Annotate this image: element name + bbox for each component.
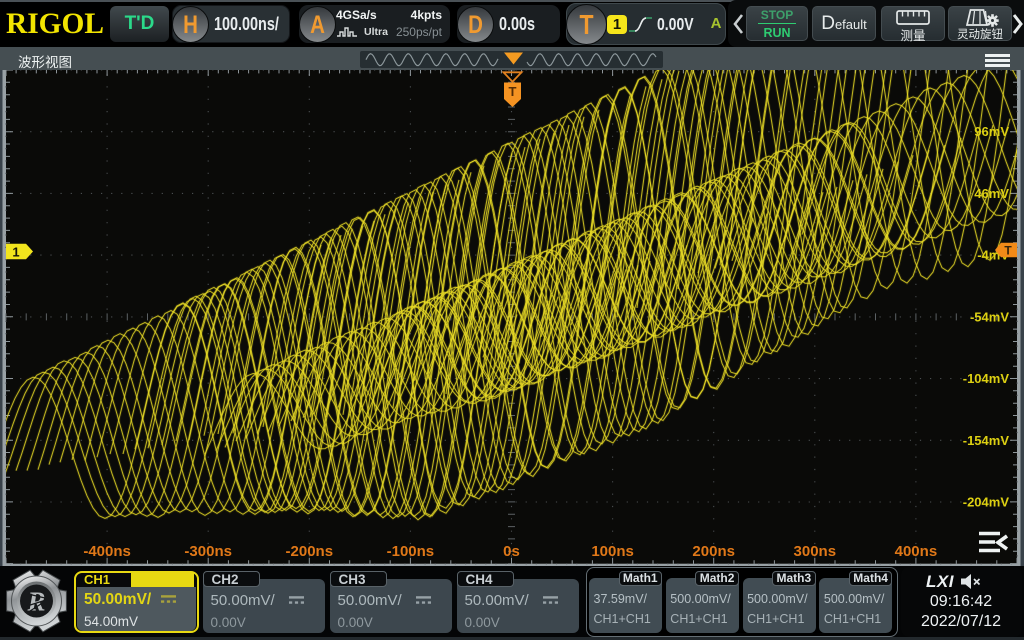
svg-text:300ns: 300ns [794,543,837,560]
svg-text:1: 1 [12,245,19,260]
svg-text:400ns: 400ns [895,543,938,560]
svg-text:-300ns: -300ns [184,543,232,560]
svg-text:-54mV: -54mV [970,309,1009,324]
svg-text:-154mV: -154mV [963,433,1010,448]
svg-text:100ns: 100ns [591,543,634,560]
svg-text:T: T [1004,244,1012,258]
svg-text:-200ns: -200ns [286,543,334,560]
svg-text:46mV: 46mV [974,186,1009,201]
svg-text:-104mV: -104mV [963,371,1010,386]
svg-text:-400ns: -400ns [83,543,131,560]
svg-text:-100ns: -100ns [387,543,435,560]
svg-text:200ns: 200ns [692,543,735,560]
svg-text:0s: 0s [503,543,520,560]
svg-text:-204mV: -204mV [963,495,1010,510]
svg-text:T: T [509,84,517,99]
svg-text:96mV: 96mV [974,124,1009,139]
